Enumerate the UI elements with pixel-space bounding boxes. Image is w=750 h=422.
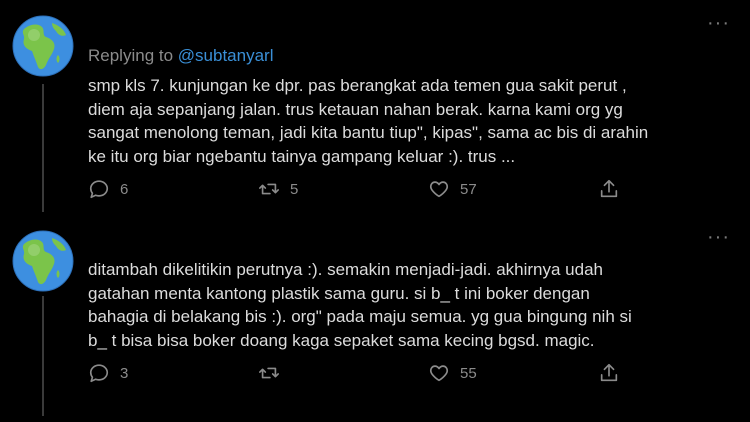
tweet-text-line: diem aja sepanjang jalan. trus ketauan n… (88, 99, 623, 119)
tweet-text-line: b_ t bisa bisa boker doang kaga sepaket … (88, 330, 595, 350)
replying-label: Replying to (88, 46, 174, 65)
avatar[interactable] (12, 15, 74, 77)
like-icon (429, 181, 449, 198)
share-button[interactable] (598, 178, 630, 200)
tweet-1[interactable]: ··· Replying to @subtanyarl smp kls 7. k… (0, 0, 750, 212)
replying-handle[interactable]: @subtanyarl (178, 46, 274, 65)
retweet-button[interactable]: 5 (258, 178, 298, 200)
thread-line (42, 296, 44, 416)
retweet-count: 5 (290, 180, 299, 198)
reply-count: 3 (120, 364, 129, 382)
thread-line (42, 84, 44, 212)
share-icon (600, 179, 618, 198)
avatar[interactable] (12, 230, 74, 292)
like-count: 55 (460, 364, 477, 382)
tweet-text: smp kls 7. kunjungan ke dpr. pas berangk… (88, 74, 728, 168)
reply-count: 6 (120, 180, 129, 198)
tweet-text-line: bahagia di belakang bis :). org" pada ma… (88, 307, 632, 326)
share-icon (600, 363, 618, 382)
share-button[interactable] (598, 362, 630, 384)
reply-button[interactable]: 3 (88, 362, 128, 384)
tweet-actions: 6 5 57 (88, 178, 688, 204)
globe-africa-avatar-icon (12, 15, 74, 77)
tweet-text-line: sangat menolong teman, jadi kita bantu t… (88, 123, 649, 142)
tweet-actions: 3 55 (88, 362, 688, 388)
replying-to: Replying to @subtanyarl (88, 46, 274, 66)
tweet-text-line: gatahan menta kantong plastik sama guru.… (88, 283, 590, 303)
globe-africa-avatar-icon (12, 230, 74, 292)
reply-icon (89, 180, 109, 199)
like-button[interactable]: 57 (428, 178, 477, 200)
tweet-2[interactable]: ··· ditambah dikelitikin perutnya :). se… (0, 212, 750, 422)
more-icon[interactable]: ··· (707, 13, 730, 33)
like-count: 57 (460, 180, 477, 198)
reply-icon (89, 364, 109, 383)
like-button[interactable]: 55 (428, 362, 477, 384)
more-icon[interactable]: ··· (707, 227, 730, 247)
like-icon (429, 365, 449, 382)
tweet-text-line: smp kls 7. kunjungan ke dpr. pas berangk… (88, 76, 627, 95)
reply-button[interactable]: 6 (88, 178, 128, 200)
retweet-icon (259, 367, 279, 379)
tweet-text-line: ditambah dikelitikin perutnya :). semaki… (88, 260, 603, 279)
tweet-text-line: ke itu org biar ngebantu tainya gampang … (88, 146, 516, 166)
tweet-text: ditambah dikelitikin perutnya :). semaki… (88, 258, 728, 352)
retweet-icon (259, 183, 279, 195)
retweet-button[interactable] (258, 362, 290, 384)
